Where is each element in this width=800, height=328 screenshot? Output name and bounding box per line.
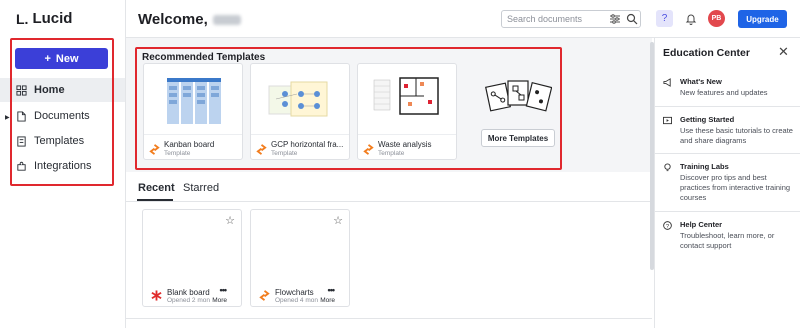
bell-icon[interactable] (682, 10, 699, 27)
more-label[interactable]: More (212, 297, 227, 304)
edu-divider (655, 153, 800, 154)
lucid-logo[interactable]: L. Lucid (16, 10, 72, 27)
edu-item-desc: New features and updates (680, 88, 768, 97)
search-input[interactable]: Search documents (501, 10, 641, 28)
active-tab-indicator (137, 199, 173, 201)
more-dots-icon[interactable]: ••• (328, 285, 336, 295)
edu-item-desc: Discover pro tips and best practices fro… (680, 173, 791, 202)
search-icon[interactable] (626, 13, 638, 25)
page-title: Welcome, (138, 11, 241, 28)
upgrade-button[interactable]: Upgrade (738, 10, 787, 28)
avatar[interactable]: PB (708, 10, 725, 27)
help-icon[interactable]: ? (656, 10, 673, 27)
document-opened: Opened 2 mon (167, 297, 211, 304)
filter-icon[interactable] (609, 13, 621, 25)
edu-item-title: Getting Started (680, 115, 735, 124)
redacted-username (212, 14, 241, 25)
edu-item-getting-started[interactable]: Getting Started Use these basic tutorial… (663, 115, 793, 149)
search-placeholder: Search documents (507, 14, 583, 24)
document-card-flowcharts[interactable]: ☆ Flowcharts Opened 4 mon ••• More (250, 209, 350, 307)
video-icon (663, 116, 672, 125)
templates-highlight-box (135, 47, 562, 170)
edu-item-desc: Use these basic tutorials to create and … (680, 126, 793, 145)
tabs-divider (126, 201, 652, 202)
education-center-title: Education Center (663, 47, 750, 59)
question-circle-icon: ? (663, 221, 672, 230)
whiteboard-asterisk-icon (151, 290, 162, 301)
sidebar-highlight-box (10, 38, 114, 186)
edu-item-title: Help Center (680, 220, 723, 229)
star-icon[interactable]: ☆ (333, 214, 343, 227)
brand-name: Lucid (32, 10, 73, 27)
edu-item-training-labs[interactable]: Training Labs Discover pro tips and best… (663, 162, 793, 206)
lucidchart-icon (259, 290, 270, 301)
tab-starred[interactable]: Starred (183, 182, 219, 194)
edu-item-whats-new[interactable]: What's New New features and updates (663, 77, 793, 101)
megaphone-icon (663, 78, 671, 87)
document-name: Flowcharts (275, 288, 314, 297)
lightbulb-icon (664, 163, 671, 172)
more-dots-icon[interactable]: ••• (220, 285, 228, 295)
expand-caret-icon[interactable]: ▶ (5, 114, 10, 121)
edu-divider (655, 211, 800, 212)
tab-recent[interactable]: Recent (138, 182, 175, 194)
star-icon[interactable]: ☆ (225, 214, 235, 227)
document-opened: Opened 4 mon (275, 297, 319, 304)
close-icon[interactable]: ✕ (778, 44, 789, 60)
document-name: Blank board (167, 288, 210, 297)
edu-item-help-center[interactable]: ? Help Center Troubleshoot, learn more, … (663, 220, 793, 254)
edu-item-title: What's New (680, 77, 722, 86)
lucid-logo-icon: L. (16, 10, 29, 27)
edu-divider (655, 106, 800, 107)
more-label[interactable]: More (320, 297, 335, 304)
welcome-text: Welcome, (138, 11, 208, 28)
edu-item-title: Training Labs (680, 162, 729, 171)
document-card-blank-board[interactable]: ☆ Blank board Opened 2 mon ••• More (142, 209, 242, 307)
edu-item-desc: Troubleshoot, learn more, or contact sup… (680, 231, 775, 250)
content-bottom-divider (126, 318, 652, 319)
